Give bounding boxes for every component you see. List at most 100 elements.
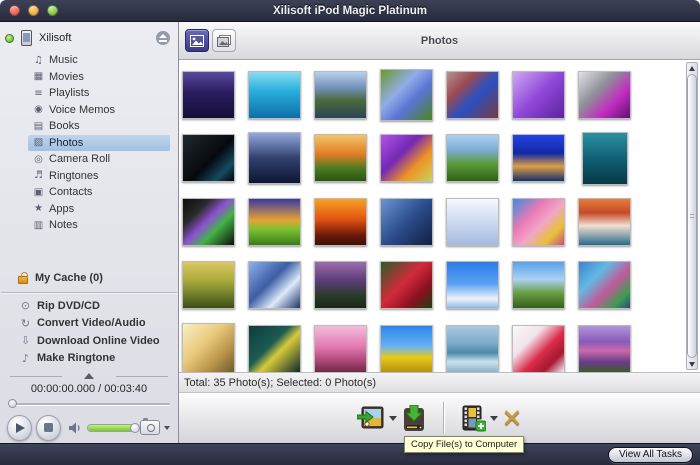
stop-button[interactable] bbox=[35, 414, 61, 441]
sidebar-item-label: Playlists bbox=[49, 87, 90, 100]
photo-thumb-orange-sunset-lake[interactable] bbox=[314, 197, 367, 246]
player-controls bbox=[0, 409, 178, 443]
photo-thumb-dome-resort-sunset[interactable] bbox=[578, 197, 631, 246]
tooltip: Copy File(s) to Computer bbox=[404, 436, 525, 453]
sidebar-tool-label: Rip DVD/CD bbox=[37, 299, 100, 312]
albums-view-button[interactable] bbox=[212, 29, 236, 52]
sidebar-tool-download-online-video[interactable]: ⇩ Download Online Video bbox=[0, 332, 178, 350]
photo-thumb-black-cat-blue-eyes[interactable] bbox=[182, 134, 235, 183]
photo-thumb-white-horse[interactable] bbox=[446, 134, 499, 183]
photo-thumb-ice-angel[interactable] bbox=[446, 197, 499, 246]
photo-thumb-rainbow-rose[interactable] bbox=[182, 197, 235, 246]
sidebar-item-voice-memos[interactable]: ◉ Voice Memos bbox=[28, 102, 170, 119]
sidebar-item-my-cache[interactable]: My Cache (0) bbox=[0, 268, 178, 288]
sidebar-item-label: Apps bbox=[49, 202, 75, 215]
photo-thumb-autumn-park[interactable] bbox=[182, 261, 235, 310]
photo-thumb-sunset-meadow[interactable] bbox=[248, 197, 301, 246]
add-file-button[interactable] bbox=[458, 405, 500, 432]
film-add-icon bbox=[462, 405, 486, 431]
sidebar-item-apps[interactable]: ★ Apps bbox=[28, 201, 170, 218]
page-title: Photos bbox=[420, 34, 459, 47]
photo-thumb-pink-blossom-collage[interactable] bbox=[512, 197, 565, 246]
sidebar-item-photos[interactable]: ▨ Photos bbox=[28, 134, 170, 151]
sidebar-item-contacts[interactable]: ▣ Contacts bbox=[28, 184, 170, 201]
photo-thumb-red-rose[interactable] bbox=[380, 261, 433, 310]
sidebar-item-movies[interactable]: ▦ Movies bbox=[28, 69, 170, 86]
photos-view-button[interactable] bbox=[185, 29, 209, 52]
scrollbar-thumb[interactable] bbox=[687, 74, 697, 358]
snapshot-dropdown-caret[interactable] bbox=[164, 425, 171, 430]
photo-thumb-yellow-butterfly-dark[interactable] bbox=[248, 324, 301, 372]
photo-thumb-blue-planets[interactable] bbox=[380, 197, 433, 246]
photo-thumb-autumn-sunrise-farm[interactable] bbox=[314, 134, 367, 183]
photo-grid bbox=[179, 60, 700, 372]
convert-arrows-icon: ↻ bbox=[20, 316, 31, 330]
view-all-tasks-button[interactable]: View All Tasks bbox=[608, 446, 693, 463]
vertical-scrollbar[interactable] bbox=[686, 62, 698, 370]
sidebar-item-ringtones[interactable]: ♬ Ringtones bbox=[28, 168, 170, 185]
photo-thumb-pink-spring-trees[interactable] bbox=[314, 324, 367, 372]
copy-to-device-button[interactable] bbox=[355, 405, 399, 431]
status-text: Total: 35 Photo(s); Selected: 0 Photo(s) bbox=[184, 376, 376, 389]
sidebar-item-label: Notes bbox=[49, 219, 78, 232]
drive-download-icon bbox=[403, 404, 424, 431]
photo-thumb-moonlight-angel[interactable] bbox=[248, 132, 301, 185]
sidebar-tool-make-ringtone[interactable]: ♪ Make Ringtone bbox=[0, 350, 178, 368]
eject-button[interactable] bbox=[156, 31, 170, 45]
photo-thumb-waterfall[interactable] bbox=[446, 324, 499, 372]
add-file-dropdown-caret[interactable] bbox=[489, 415, 498, 421]
photo-stack-icon bbox=[217, 34, 231, 47]
photos-icon: ▨ bbox=[33, 137, 44, 149]
scroll-down-button[interactable] bbox=[687, 359, 697, 369]
seek-track bbox=[8, 403, 170, 405]
photo-thumb-bride-in-sunlight[interactable] bbox=[182, 322, 235, 372]
sidebar-tool-convert-video-audio[interactable]: ↻ Convert Video/Audio bbox=[0, 315, 178, 333]
photo-thumb-sunflower-field[interactable] bbox=[380, 324, 433, 372]
playlists-icon: ≡ bbox=[34, 87, 43, 99]
sidebar-item-label: Ringtones bbox=[49, 169, 99, 182]
photo-thumb-blue-butterfly[interactable] bbox=[380, 68, 433, 121]
sidebar-item-playlists[interactable]: ≡ Playlists bbox=[28, 85, 170, 102]
chevron-up-icon bbox=[84, 373, 94, 379]
photo-thumb-night-beach[interactable] bbox=[512, 134, 565, 183]
sidebar-item-label: Voice Memos bbox=[49, 103, 116, 116]
photo-thumb-glowing-purple-butterfly[interactable] bbox=[512, 70, 565, 119]
sidebar-tool-rip-dvd-cd[interactable]: ⊙ Rip DVD/CD bbox=[0, 297, 178, 315]
copy-to-computer-button[interactable] bbox=[399, 404, 429, 432]
scroll-up-button[interactable] bbox=[687, 63, 697, 73]
snapshot-button[interactable] bbox=[140, 418, 161, 435]
photo-thumb-lupine-field-sunset[interactable] bbox=[578, 324, 631, 372]
photo-thumb-twilight-meadow[interactable] bbox=[314, 261, 367, 310]
sidebar-item-music[interactable]: ♫ Music bbox=[28, 52, 170, 69]
sidebar-device-row[interactable]: Xilisoft bbox=[0, 27, 178, 49]
collapse-player-button[interactable] bbox=[0, 370, 178, 383]
photo-thumb-purple-christmas-tree[interactable] bbox=[182, 70, 235, 119]
sidebar-item-notes[interactable]: ▥ Notes bbox=[28, 217, 170, 234]
photo-thumb-country-house-sky[interactable] bbox=[512, 261, 565, 310]
photo-thumb-metal-purple-butterfly[interactable] bbox=[578, 70, 631, 119]
seek-slider[interactable] bbox=[8, 399, 170, 409]
sidebar-item-camera-roll[interactable]: ◎ Camera Roll bbox=[28, 151, 170, 168]
sidebar-tool-label: Download Online Video bbox=[37, 334, 160, 347]
volume-thumb[interactable] bbox=[130, 422, 141, 433]
photo-thumb-daisy-sky[interactable] bbox=[446, 261, 499, 310]
sidebar-item-label: Music bbox=[49, 54, 78, 67]
photo-thumb-mermaid-underwater[interactable] bbox=[581, 131, 628, 185]
photo-thumb-red-roses-gift[interactable] bbox=[512, 324, 565, 372]
seek-thumb[interactable] bbox=[8, 399, 17, 408]
play-button[interactable] bbox=[7, 414, 32, 441]
photo-thumb-blue-bird-blossoms[interactable] bbox=[446, 70, 499, 119]
photo-thumb-mountain-lake[interactable] bbox=[314, 70, 367, 119]
delete-button[interactable]: ✕ bbox=[500, 406, 525, 431]
sidebar-item-books[interactable]: ▤ Books bbox=[28, 118, 170, 135]
window-title: Xilisoft iPod Magic Platinum bbox=[273, 4, 427, 17]
arrow-down-icon bbox=[689, 361, 695, 367]
photo-thumb-tropical-lagoon[interactable] bbox=[248, 70, 301, 119]
photo-thumb-swan-fantasy[interactable] bbox=[248, 261, 301, 310]
copy-to-device-dropdown-caret[interactable] bbox=[388, 415, 397, 421]
photo-thumb-purple-poppies[interactable] bbox=[380, 134, 433, 183]
arrow-up-icon bbox=[689, 65, 695, 71]
photo-thumb-colorful-bubbles[interactable] bbox=[578, 261, 631, 310]
volume-slider[interactable] bbox=[86, 422, 141, 433]
